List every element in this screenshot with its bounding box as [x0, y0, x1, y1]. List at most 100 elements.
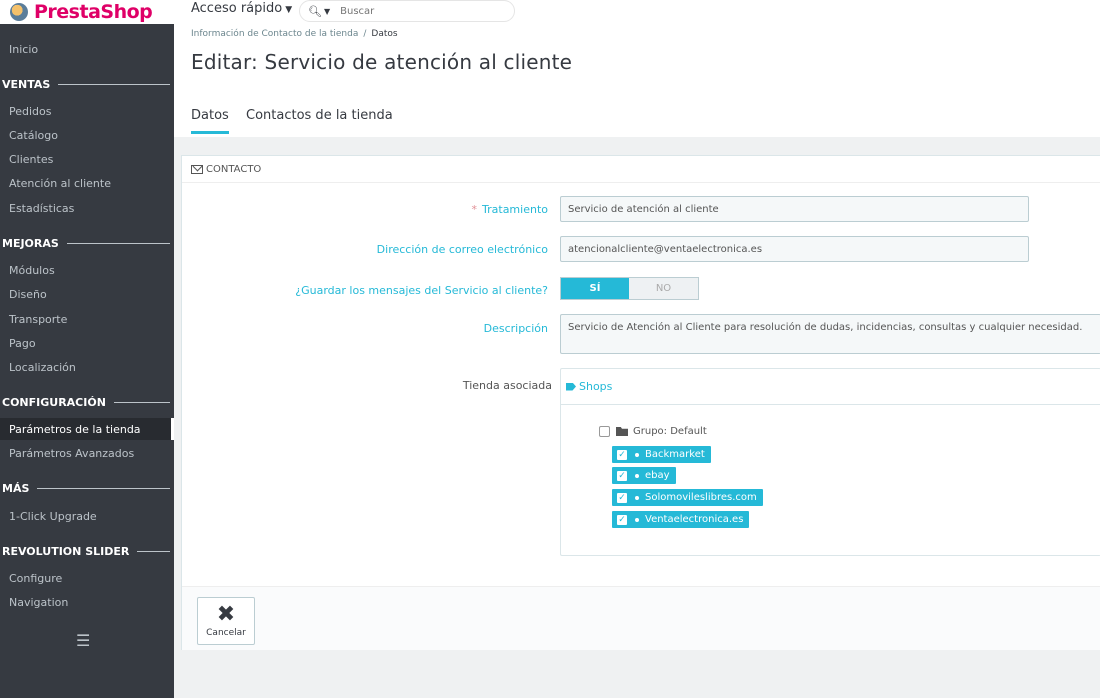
page-title: Editar: Servicio de atención al cliente — [191, 50, 573, 74]
email-field[interactable]: atencionalcliente@ventaelectronica.es — [560, 236, 1029, 262]
shop-tree-title: Shops — [579, 380, 613, 393]
sidebar-item-parametros-avanzados[interactable]: Parámetros Avanzados — [0, 442, 174, 464]
checkbox-checked-icon[interactable]: ✓ — [617, 492, 627, 503]
divider — [66, 242, 170, 244]
brand-part1: Presta — [34, 1, 101, 23]
bullet-icon — [635, 517, 639, 522]
switch-no-option[interactable]: NO — [629, 278, 698, 299]
sidebar-section-title: MÁS — [2, 481, 30, 495]
sidebar-item-label: Pedidos — [9, 104, 52, 118]
prestashop-logo[interactable]: PrestaShop — [0, 0, 174, 24]
contact-panel: CONTACTO * Tratamiento Servicio de atenci… — [181, 155, 1100, 650]
save-messages-switch[interactable]: SÍ NO — [560, 277, 699, 300]
folder-open-icon — [616, 427, 628, 436]
email-label: Dirección de correo electrónico — [376, 243, 548, 256]
sidebar-item-1click-upgrade[interactable]: 1-Click Upgrade — [0, 505, 174, 527]
sidebar-item-label: Localización — [9, 360, 76, 374]
sidebar-item-label: Navigation — [9, 595, 69, 609]
sidebar-item-modulos[interactable]: Módulos — [0, 259, 174, 281]
search-input[interactable] — [340, 5, 491, 17]
title-label: * Tratamiento — [282, 203, 548, 216]
sidebar-section-title: MEJORAS — [2, 236, 59, 250]
sidebar-item-label: Inicio — [9, 42, 39, 56]
sidebar-item-pedidos[interactable]: Pedidos — [0, 100, 174, 122]
quick-access-dropdown[interactable]: Acceso rápido ▼ — [191, 1, 292, 16]
sidebar-item-label: Atención al cliente — [9, 176, 111, 190]
sidebar-item-atencion[interactable]: Atención al cliente — [0, 172, 174, 194]
caret-down-icon: ▼ — [285, 5, 293, 15]
required-icon: * — [471, 203, 478, 216]
shop-item-label: Solomovileslibres.com — [645, 492, 757, 503]
checkbox-checked-icon[interactable]: ✓ — [617, 449, 627, 460]
sidebar-section-mejoras: MEJORAS — [0, 233, 174, 253]
panel-heading-title: CONTACTO — [206, 163, 262, 175]
search-box: 🔍︎ ▼ — [299, 0, 515, 22]
sidebar-item-navigation[interactable]: Navigation — [0, 591, 174, 613]
sidebar-item-catalogo[interactable]: Catálogo — [0, 124, 174, 146]
sidebar-item-estadisticas[interactable]: Estadísticas — [0, 197, 174, 219]
shop-group-row: Grupo: Default — [599, 426, 707, 437]
sidebar-item-localizacion[interactable]: Localización — [0, 356, 174, 378]
breadcrumb-current: Datos — [371, 29, 398, 39]
sidebar-item-pago[interactable]: Pago — [0, 332, 174, 354]
group-label: Grupo: Default — [633, 426, 707, 437]
sidebar-item-label: Catálogo — [9, 128, 58, 142]
quick-access-label: Acceso rápido — [191, 1, 283, 16]
breadcrumb-item[interactable]: Información de Contacto de la tienda — [191, 29, 358, 39]
divider — [58, 83, 170, 85]
shop-label: Tienda asociada — [462, 379, 552, 392]
panel-footer: ✖ Cancelar — [182, 586, 1100, 650]
switch-yes-option[interactable]: SÍ — [561, 278, 629, 299]
sidebar-section-configuracion: CONFIGURACIÓN — [0, 392, 174, 412]
cancel-label: Cancelar — [206, 627, 246, 638]
breadcrumb: Información de Contacto de la tienda / Dat… — [191, 29, 398, 39]
page-header: Información de Contacto de la tienda / Dat… — [174, 24, 1100, 137]
hamburger-menu-icon[interactable]: ☰ — [76, 631, 92, 650]
shop-item-ebay[interactable]: ✓ ebay — [612, 467, 676, 484]
sidebar-section-title: CONFIGURACIÓN — [2, 395, 106, 409]
tag-icon — [566, 382, 576, 391]
panel-heading: CONTACTO — [182, 156, 1100, 183]
sidebar-section-revolution-slider: REVOLUTION SLIDER — [0, 541, 174, 561]
sidebar-item-parametros-tienda[interactable]: Parámetros de la tienda — [0, 418, 174, 440]
bullet-icon — [635, 473, 639, 478]
sidebar-item-label: Estadísticas — [9, 201, 75, 215]
sidebar-item-configure[interactable]: Configure — [0, 567, 174, 589]
title-field[interactable]: Servicio de atención al cliente — [560, 196, 1029, 222]
divider — [137, 550, 170, 552]
sidebar-item-diseno[interactable]: Diseño — [0, 283, 174, 305]
shop-item-label: ebay — [645, 470, 670, 481]
shop-item-backmarket[interactable]: ✓ Backmarket — [612, 446, 711, 463]
sidebar-item-label: 1-Click Upgrade — [9, 509, 97, 523]
sidebar-item-label: Parámetros de la tienda — [9, 422, 141, 436]
sidebar-section-ventas: VENTAS — [0, 74, 174, 94]
description-label: Descripción — [483, 322, 548, 335]
group-checkbox[interactable] — [599, 426, 610, 437]
tab-contactos-tienda[interactable]: Contactos de la tienda — [246, 108, 393, 131]
search-icon[interactable]: 🔍︎ — [308, 5, 322, 18]
sidebar-item-label: Pago — [9, 336, 36, 350]
checkbox-checked-icon[interactable]: ✓ — [617, 514, 627, 525]
breadcrumb-separator: / — [363, 29, 367, 39]
sidebar-item-clientes[interactable]: Clientes — [0, 148, 174, 170]
shop-tree-header: Shops — [561, 369, 1100, 405]
sidebar-item-home[interactable]: Inicio — [0, 38, 174, 60]
tab-datos[interactable]: Datos — [191, 108, 229, 134]
shop-item-ventaelectronica[interactable]: ✓ Ventaelectronica.es — [612, 511, 750, 528]
description-textarea[interactable]: Servicio de Atención al Cliente para res… — [560, 314, 1100, 354]
search-caret-icon[interactable]: ▼ — [324, 7, 330, 16]
sidebar-item-label: Diseño — [9, 287, 47, 301]
bullet-icon — [635, 452, 639, 457]
close-icon: ✖ — [216, 601, 236, 627]
checkbox-checked-icon[interactable]: ✓ — [617, 470, 627, 481]
sidebar-section-title: REVOLUTION SLIDER — [2, 544, 130, 558]
top-bar: PrestaShop Acceso rápido ▼ 🔍︎ ▼ — [0, 0, 1100, 24]
sidebar-section-title: VENTAS — [2, 77, 51, 91]
shop-item-label: Backmarket — [645, 449, 705, 460]
cancel-button[interactable]: ✖ Cancelar — [197, 597, 255, 645]
title-label-text: Tratamiento — [482, 203, 548, 216]
prestashop-logo-icon — [10, 3, 28, 21]
sidebar-item-transporte[interactable]: Transporte — [0, 308, 174, 330]
sidebar-item-label: Transporte — [9, 312, 68, 326]
shop-item-solomovileslibres[interactable]: ✓ Solomovileslibres.com — [612, 489, 763, 506]
